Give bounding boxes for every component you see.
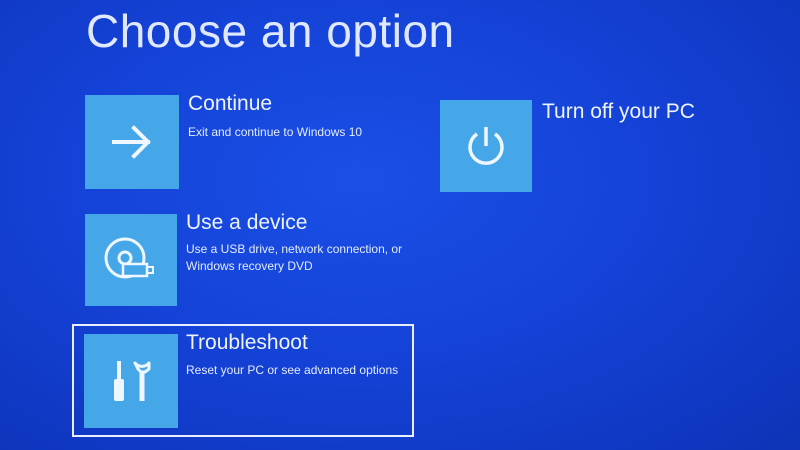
turn-off-pc-tile[interactable]: [440, 100, 532, 192]
use-a-device-tile[interactable]: [85, 214, 177, 306]
power-icon: [462, 122, 510, 170]
recovery-screen: Choose an option Continue Exit and conti…: [0, 0, 800, 450]
continue-label: Continue: [188, 92, 273, 115]
use-a-device-option[interactable]: Use a device Use a USB drive, network co…: [84, 211, 424, 307]
use-a-device-label: Use a device: [186, 211, 308, 234]
continue-description: Exit and continue to Windows 10: [188, 125, 363, 139]
troubleshoot-description: Reset your PC or see advanced options: [186, 363, 399, 377]
troubleshoot-tile[interactable]: [84, 334, 178, 428]
continue-option[interactable]: Continue Exit and continue to Windows 10: [84, 92, 424, 190]
use-a-device-description-line-1: Use a USB drive, network connection, or: [186, 242, 403, 256]
disc-usb-icon: [103, 234, 159, 286]
page-title: Choose an option: [86, 5, 455, 57]
arrow-right-icon: [108, 122, 156, 162]
turn-off-pc-label: Turn off your PC: [542, 100, 695, 123]
troubleshoot-option[interactable]: Troubleshoot Reset your PC or see advanc…: [72, 324, 414, 437]
troubleshoot-label: Troubleshoot: [186, 331, 308, 354]
turn-off-pc-option[interactable]: Turn off your PC: [440, 98, 700, 194]
use-a-device-description-line-2: Windows recovery DVD: [186, 259, 313, 273]
continue-tile[interactable]: [85, 95, 179, 189]
tools-icon: [105, 355, 157, 407]
